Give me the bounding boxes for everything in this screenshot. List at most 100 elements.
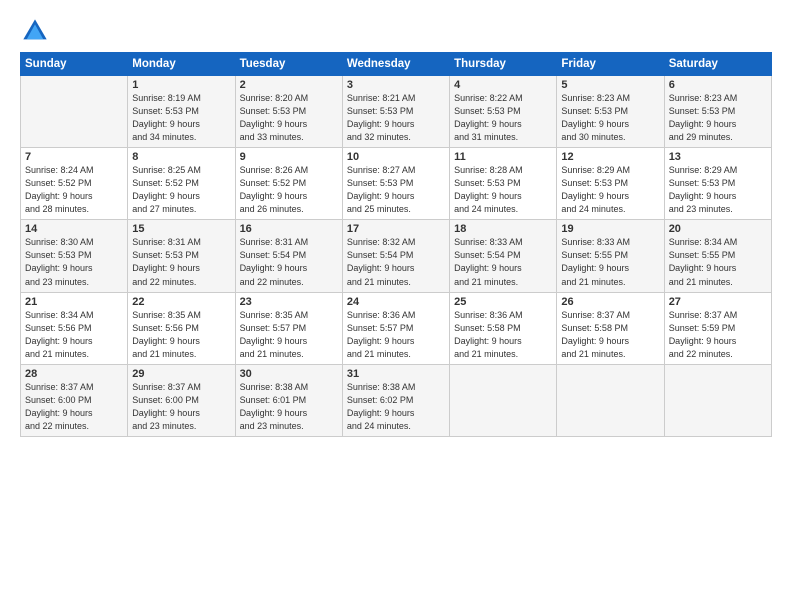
day-number: 28 [25, 368, 123, 380]
calendar-cell: 10Sunrise: 8:27 AM Sunset: 5:53 PM Dayli… [342, 148, 449, 220]
day-number: 7 [25, 151, 123, 163]
calendar-cell [664, 364, 771, 436]
cell-info: Sunrise: 8:25 AM Sunset: 5:52 PM Dayligh… [132, 164, 230, 216]
calendar-cell: 16Sunrise: 8:31 AM Sunset: 5:54 PM Dayli… [235, 220, 342, 292]
day-number: 27 [669, 296, 767, 308]
calendar-cell: 18Sunrise: 8:33 AM Sunset: 5:54 PM Dayli… [450, 220, 557, 292]
day-number: 19 [561, 223, 659, 235]
calendar-cell: 17Sunrise: 8:32 AM Sunset: 5:54 PM Dayli… [342, 220, 449, 292]
calendar-cell: 8Sunrise: 8:25 AM Sunset: 5:52 PM Daylig… [128, 148, 235, 220]
calendar-table: SundayMondayTuesdayWednesdayThursdayFrid… [20, 52, 772, 437]
day-number: 2 [240, 79, 338, 91]
day-number: 12 [561, 151, 659, 163]
calendar-cell: 24Sunrise: 8:36 AM Sunset: 5:57 PM Dayli… [342, 292, 449, 364]
calendar-cell: 11Sunrise: 8:28 AM Sunset: 5:53 PM Dayli… [450, 148, 557, 220]
cell-info: Sunrise: 8:30 AM Sunset: 5:53 PM Dayligh… [25, 236, 123, 288]
calendar-cell: 20Sunrise: 8:34 AM Sunset: 5:55 PM Dayli… [664, 220, 771, 292]
cell-info: Sunrise: 8:32 AM Sunset: 5:54 PM Dayligh… [347, 236, 445, 288]
calendar-cell: 23Sunrise: 8:35 AM Sunset: 5:57 PM Dayli… [235, 292, 342, 364]
cell-info: Sunrise: 8:21 AM Sunset: 5:53 PM Dayligh… [347, 92, 445, 144]
cell-info: Sunrise: 8:34 AM Sunset: 5:55 PM Dayligh… [669, 236, 767, 288]
calendar-cell: 13Sunrise: 8:29 AM Sunset: 5:53 PM Dayli… [664, 148, 771, 220]
calendar-cell: 9Sunrise: 8:26 AM Sunset: 5:52 PM Daylig… [235, 148, 342, 220]
cell-info: Sunrise: 8:36 AM Sunset: 5:58 PM Dayligh… [454, 309, 552, 361]
calendar-cell: 1Sunrise: 8:19 AM Sunset: 5:53 PM Daylig… [128, 76, 235, 148]
logo-icon [20, 16, 50, 46]
page: SundayMondayTuesdayWednesdayThursdayFrid… [0, 0, 792, 612]
day-number: 24 [347, 296, 445, 308]
week-row-3: 14Sunrise: 8:30 AM Sunset: 5:53 PM Dayli… [21, 220, 772, 292]
day-number: 9 [240, 151, 338, 163]
calendar-cell: 3Sunrise: 8:21 AM Sunset: 5:53 PM Daylig… [342, 76, 449, 148]
cell-info: Sunrise: 8:20 AM Sunset: 5:53 PM Dayligh… [240, 92, 338, 144]
col-header-saturday: Saturday [664, 53, 771, 76]
cell-info: Sunrise: 8:23 AM Sunset: 5:53 PM Dayligh… [561, 92, 659, 144]
week-row-2: 7Sunrise: 8:24 AM Sunset: 5:52 PM Daylig… [21, 148, 772, 220]
cell-info: Sunrise: 8:37 AM Sunset: 5:58 PM Dayligh… [561, 309, 659, 361]
logo [20, 16, 54, 46]
cell-info: Sunrise: 8:38 AM Sunset: 6:02 PM Dayligh… [347, 381, 445, 433]
col-header-wednesday: Wednesday [342, 53, 449, 76]
calendar-cell: 26Sunrise: 8:37 AM Sunset: 5:58 PM Dayli… [557, 292, 664, 364]
day-number: 10 [347, 151, 445, 163]
calendar-cell [21, 76, 128, 148]
calendar-cell [450, 364, 557, 436]
day-number: 16 [240, 223, 338, 235]
cell-info: Sunrise: 8:37 AM Sunset: 6:00 PM Dayligh… [25, 381, 123, 433]
cell-info: Sunrise: 8:33 AM Sunset: 5:54 PM Dayligh… [454, 236, 552, 288]
cell-info: Sunrise: 8:38 AM Sunset: 6:01 PM Dayligh… [240, 381, 338, 433]
calendar-cell: 29Sunrise: 8:37 AM Sunset: 6:00 PM Dayli… [128, 364, 235, 436]
col-header-friday: Friday [557, 53, 664, 76]
cell-info: Sunrise: 8:37 AM Sunset: 6:00 PM Dayligh… [132, 381, 230, 433]
cell-info: Sunrise: 8:37 AM Sunset: 5:59 PM Dayligh… [669, 309, 767, 361]
cell-info: Sunrise: 8:27 AM Sunset: 5:53 PM Dayligh… [347, 164, 445, 216]
day-number: 15 [132, 223, 230, 235]
cell-info: Sunrise: 8:28 AM Sunset: 5:53 PM Dayligh… [454, 164, 552, 216]
cell-info: Sunrise: 8:19 AM Sunset: 5:53 PM Dayligh… [132, 92, 230, 144]
calendar-cell: 15Sunrise: 8:31 AM Sunset: 5:53 PM Dayli… [128, 220, 235, 292]
day-number: 29 [132, 368, 230, 380]
col-header-thursday: Thursday [450, 53, 557, 76]
calendar-cell: 6Sunrise: 8:23 AM Sunset: 5:53 PM Daylig… [664, 76, 771, 148]
week-row-5: 28Sunrise: 8:37 AM Sunset: 6:00 PM Dayli… [21, 364, 772, 436]
day-number: 13 [669, 151, 767, 163]
cell-info: Sunrise: 8:34 AM Sunset: 5:56 PM Dayligh… [25, 309, 123, 361]
day-number: 21 [25, 296, 123, 308]
calendar-cell: 19Sunrise: 8:33 AM Sunset: 5:55 PM Dayli… [557, 220, 664, 292]
day-number: 6 [669, 79, 767, 91]
week-row-4: 21Sunrise: 8:34 AM Sunset: 5:56 PM Dayli… [21, 292, 772, 364]
day-number: 1 [132, 79, 230, 91]
cell-info: Sunrise: 8:33 AM Sunset: 5:55 PM Dayligh… [561, 236, 659, 288]
day-number: 30 [240, 368, 338, 380]
day-number: 26 [561, 296, 659, 308]
cell-info: Sunrise: 8:26 AM Sunset: 5:52 PM Dayligh… [240, 164, 338, 216]
cell-info: Sunrise: 8:24 AM Sunset: 5:52 PM Dayligh… [25, 164, 123, 216]
cell-info: Sunrise: 8:31 AM Sunset: 5:53 PM Dayligh… [132, 236, 230, 288]
cell-info: Sunrise: 8:35 AM Sunset: 5:57 PM Dayligh… [240, 309, 338, 361]
cell-info: Sunrise: 8:35 AM Sunset: 5:56 PM Dayligh… [132, 309, 230, 361]
day-number: 23 [240, 296, 338, 308]
header [20, 16, 772, 46]
calendar-cell: 25Sunrise: 8:36 AM Sunset: 5:58 PM Dayli… [450, 292, 557, 364]
calendar-cell: 28Sunrise: 8:37 AM Sunset: 6:00 PM Dayli… [21, 364, 128, 436]
day-number: 14 [25, 223, 123, 235]
day-number: 5 [561, 79, 659, 91]
calendar-cell: 14Sunrise: 8:30 AM Sunset: 5:53 PM Dayli… [21, 220, 128, 292]
header-row: SundayMondayTuesdayWednesdayThursdayFrid… [21, 53, 772, 76]
cell-info: Sunrise: 8:31 AM Sunset: 5:54 PM Dayligh… [240, 236, 338, 288]
day-number: 3 [347, 79, 445, 91]
calendar-cell: 12Sunrise: 8:29 AM Sunset: 5:53 PM Dayli… [557, 148, 664, 220]
calendar-cell: 2Sunrise: 8:20 AM Sunset: 5:53 PM Daylig… [235, 76, 342, 148]
calendar-cell: 27Sunrise: 8:37 AM Sunset: 5:59 PM Dayli… [664, 292, 771, 364]
week-row-1: 1Sunrise: 8:19 AM Sunset: 5:53 PM Daylig… [21, 76, 772, 148]
day-number: 18 [454, 223, 552, 235]
day-number: 22 [132, 296, 230, 308]
calendar-cell: 31Sunrise: 8:38 AM Sunset: 6:02 PM Dayli… [342, 364, 449, 436]
cell-info: Sunrise: 8:22 AM Sunset: 5:53 PM Dayligh… [454, 92, 552, 144]
day-number: 31 [347, 368, 445, 380]
day-number: 11 [454, 151, 552, 163]
day-number: 4 [454, 79, 552, 91]
col-header-tuesday: Tuesday [235, 53, 342, 76]
calendar-cell: 7Sunrise: 8:24 AM Sunset: 5:52 PM Daylig… [21, 148, 128, 220]
calendar-cell: 4Sunrise: 8:22 AM Sunset: 5:53 PM Daylig… [450, 76, 557, 148]
